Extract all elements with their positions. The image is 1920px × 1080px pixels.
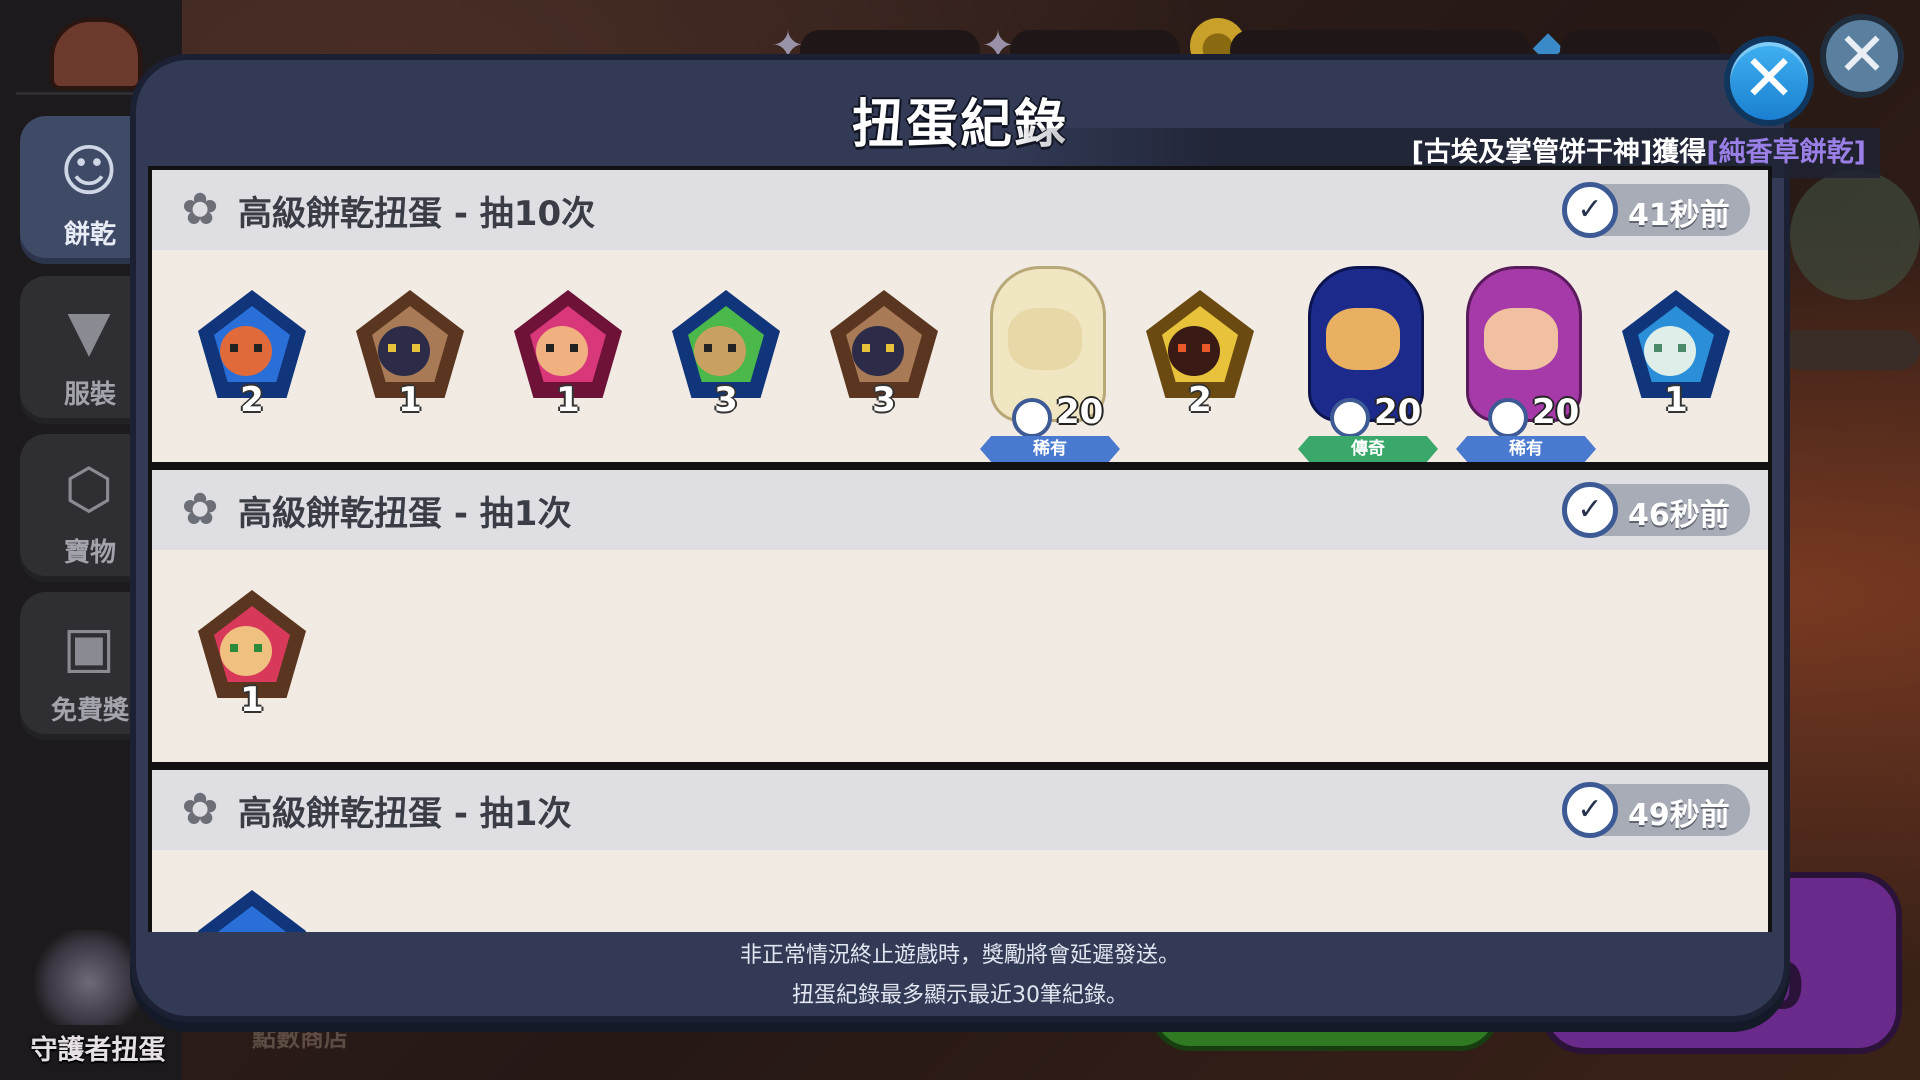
cookie-face [852,326,904,376]
rarity-badge: 稀有 [1456,436,1596,462]
cookie-eyes [230,344,262,352]
time-text: 49秒前 [1628,798,1730,833]
record-title: 高級餅乾扭蛋 - 抽1次 [238,794,572,834]
cookie-eyes [1178,344,1210,352]
shirt-icon: ▼ [67,299,111,364]
cookie-icon: ☺ [59,139,119,204]
time-text: 41秒前 [1628,198,1730,233]
soulstone-item[interactable]: 1 [192,590,312,720]
soulstone-badge-icon [1330,398,1370,438]
footer-notice: 扭蛋紀錄最多顯示最近30筆紀錄。 [792,983,1128,1008]
cookie-face [536,326,588,376]
item-count: 2 [1188,380,1212,420]
ticker-text: [古埃及掌管饼干神]獲得 [1411,137,1707,168]
item-count: 20 [1532,392,1580,432]
cookie-face [378,326,430,376]
soulstone-item[interactable]: 1 [350,290,470,420]
record-header: ✿ 高級餅乾扭蛋 - 抽10次 ✓ 41秒前 [152,170,1768,250]
time-badge: ✓ 49秒前 [1562,782,1750,838]
modal-footer: 非正常情況終止遊戲時，獎勵將會延遲發送。 扭蛋紀錄最多顯示最近30筆紀錄。 [148,936,1772,1016]
cookie-eyes [1654,344,1686,352]
cookie-face [1168,326,1220,376]
soulstone-item[interactable]: 3 [666,290,786,420]
item-count: 1 [398,380,422,420]
background-decoration [1790,170,1920,300]
cookie-eyes [546,344,578,352]
record-title: 高級餅乾扭蛋 - 抽1次 [238,494,572,534]
item-count: 2 [240,380,264,420]
close-button[interactable]: ✕ [1724,36,1814,126]
rarity-badge: 稀有 [980,436,1120,462]
cookie-eyes [704,344,736,352]
gacha-cookie-icon: ✿ [181,184,219,235]
cookie-eyes [862,344,894,352]
soulstone-item[interactable]: 1 [1616,290,1736,420]
cookie-character-item[interactable]: 20 稀有 [1446,256,1596,462]
item-count: 3 [714,380,738,420]
cookie-eyes [388,344,420,352]
soulstone-item[interactable]: 2 [192,290,312,420]
item-count: 20 [1374,392,1422,432]
soulstone-item[interactable]: 2 [1140,290,1260,420]
time-badge: ✓ 46秒前 [1562,482,1750,538]
time-badge: ✓ 41秒前 [1562,182,1750,238]
record-header: ✿ 高級餅乾扭蛋 - 抽1次 ✓ 46秒前 [152,470,1768,550]
gacha-cookie-icon: ✿ [181,784,219,835]
item-count: 1 [240,680,264,720]
gacha-cookie-icon: ✿ [181,484,219,535]
cookie-face [220,326,272,376]
time-text: 46秒前 [1628,498,1730,533]
cookie-eyes [230,644,262,652]
cookie-face [1644,326,1696,376]
soulstone-badge-icon [1012,398,1052,438]
cookie-face [1326,308,1400,370]
item-count: 20 [1056,392,1104,432]
soulstone-item[interactable]: 1 [508,290,628,420]
ticker-highlight: [純香草餅乾] [1706,137,1866,168]
cookie-character-item[interactable]: 20 稀有 [970,256,1120,462]
points-shop-label: 點數商店 [252,1024,348,1052]
cookie-face [220,626,272,676]
soulstone-item[interactable]: 3 [824,290,944,420]
footer-notice: 非正常情況終止遊戲時，獎勵將會延遲發送。 [739,943,1180,968]
rarity-badge: 傳奇 [1298,436,1438,462]
record-card: ✿ 高級餅乾扭蛋 - 抽10次 ✓ 41秒前 2 1 1 3 3 20 稀有 2… [148,166,1772,466]
item-count: 1 [556,380,580,420]
cookie-face [1484,308,1558,370]
guardian-icon [34,930,144,1025]
item-count: 1 [1664,380,1688,420]
kingdom-icon [50,18,142,90]
cookie-face [1008,308,1082,370]
soulstone-badge-icon [1488,398,1528,438]
record-card: ✿ 高級餅乾扭蛋 - 抽1次 ✓ 49秒前 [148,766,1772,932]
cookie-face [694,326,746,376]
record-card: ✿ 高級餅乾扭蛋 - 抽1次 ✓ 46秒前 1 [148,466,1772,766]
item-count: 3 [872,380,896,420]
record-header: ✿ 高級餅乾扭蛋 - 抽1次 ✓ 49秒前 [152,770,1768,850]
clock-icon: ✓ [1562,482,1618,538]
cookie-character-item[interactable]: 20 傳奇 [1288,256,1438,462]
record-list[interactable]: ✿ 高級餅乾扭蛋 - 抽10次 ✓ 41秒前 2 1 1 3 3 20 稀有 2… [148,166,1772,932]
background-close-icon: ✕ [1820,14,1904,98]
record-title: 高級餅乾扭蛋 - 抽10次 [238,194,596,234]
background-decoration [1780,330,1920,370]
gift-icon: ▣ [62,615,116,680]
guardian-gacha-label: 守護者扭蛋 [30,1035,166,1066]
clock-icon: ✓ [1562,782,1618,838]
clock-icon: ✓ [1562,182,1618,238]
soulstone-item[interactable] [192,890,312,932]
treasure-icon: ⬡ [64,457,114,522]
